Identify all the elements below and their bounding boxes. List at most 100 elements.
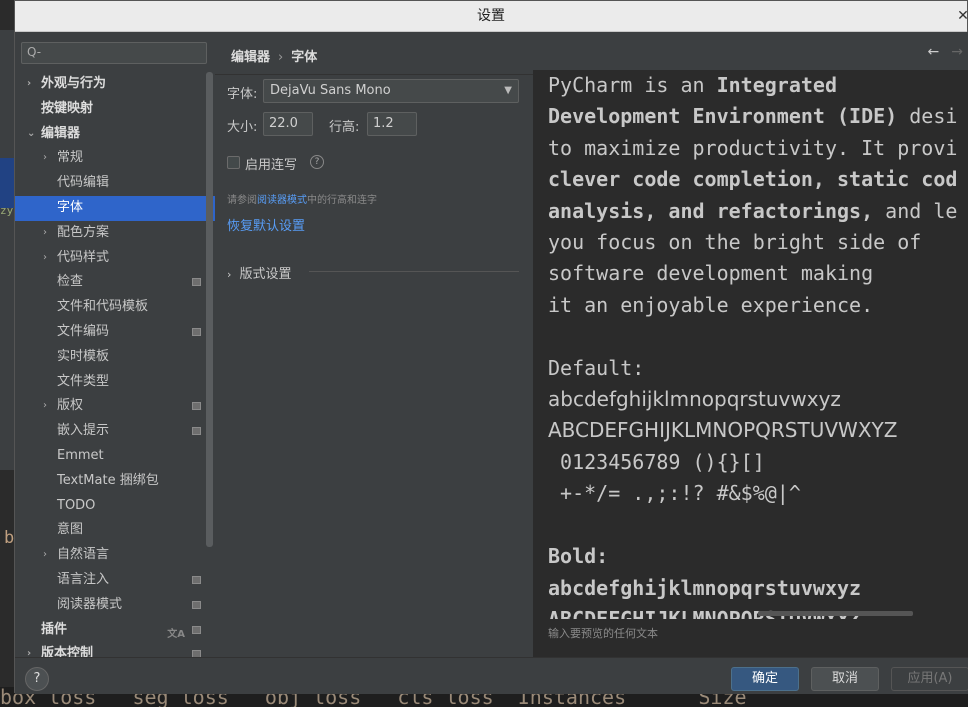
- sidebar-item-label: 字体: [57, 199, 84, 215]
- line-height-input[interactable]: 1.2: [367, 112, 417, 136]
- font-select-value: DejaVu Sans Mono: [270, 83, 391, 98]
- font-preview[interactable]: PyCharm is an Integrated Development Env…: [533, 70, 968, 657]
- sidebar-scrollbar[interactable]: [206, 72, 213, 547]
- preview-text[interactable]: PyCharm is an Integrated Development Env…: [548, 70, 957, 635]
- sidebar-item-label: 常规: [57, 150, 84, 166]
- settings-dialog: 设置 ✕ Q- › 外观与行为 按键映射 ⌄ 编辑器 › 常规 代码编辑 字体 › 配色方案 › 代码样…: [14, 0, 968, 694]
- sidebar-item-label: 版权: [57, 398, 84, 414]
- project-scope-icon: [192, 625, 201, 634]
- breadcrumb-item-editor[interactable]: 编辑器: [231, 50, 270, 65]
- preview-line: software development making: [548, 261, 874, 286]
- chevron-right-icon[interactable]: ›: [43, 543, 47, 568]
- sidebar-item-label: TODO: [57, 497, 96, 513]
- ligatures-checkbox[interactable]: [227, 156, 240, 169]
- background-selection: [0, 158, 14, 208]
- sidebar-item-label: Emmet: [57, 447, 104, 463]
- sidebar-item-label: 嵌入提示: [57, 423, 110, 439]
- sidebar-item[interactable]: › 外观与行为: [15, 72, 215, 97]
- back-arrow-icon[interactable]: ←: [928, 44, 940, 60]
- sidebar-item[interactable]: 代码编辑: [15, 171, 215, 196]
- cancel-button[interactable]: 取消: [811, 667, 879, 691]
- ok-button[interactable]: 确定: [731, 667, 799, 691]
- sidebar-item[interactable]: ⌄ 编辑器: [15, 122, 215, 147]
- line-height-label: 行高:: [329, 120, 360, 135]
- sidebar-item[interactable]: › 代码样式: [15, 246, 215, 271]
- preview-placeholder: 输入要预览的任何文本: [533, 619, 953, 650]
- preview-lowercase: abcdefghijklmnopqrstuvwxyz: [548, 387, 841, 412]
- sidebar-item[interactable]: 语言注入: [15, 568, 215, 593]
- sidebar-item[interactable]: Emmet: [15, 444, 215, 469]
- sidebar-item-label: 自然语言: [57, 547, 110, 563]
- sidebar-item[interactable]: 意图: [15, 518, 215, 543]
- search-input[interactable]: Q-: [21, 42, 207, 64]
- sidebar-item[interactable]: TextMate 捆绑包: [15, 469, 215, 494]
- sidebar-item[interactable]: TODO: [15, 494, 215, 519]
- project-scope-icon: [192, 575, 201, 584]
- sidebar-item[interactable]: 文件类型: [15, 370, 215, 395]
- sidebar-item[interactable]: › 版权: [15, 394, 215, 419]
- sidebar-item-label: 阅读器模式: [57, 596, 123, 612]
- hint-suffix: 中的行高和连字: [307, 195, 377, 206]
- sidebar-item[interactable]: 阅读器模式: [15, 593, 215, 618]
- preview-line: to maximize productivity. It provi: [548, 135, 958, 160]
- sidebar-item-label: 检查: [57, 274, 84, 290]
- help-icon[interactable]: ?: [310, 155, 324, 169]
- close-icon[interactable]: ✕: [953, 6, 968, 26]
- preview-uppercase: ABCDEFGHIJKLMNOPQRSTUVWXYZ: [548, 418, 898, 443]
- chevron-right-icon[interactable]: ›: [43, 394, 47, 419]
- size-label: 大小:: [227, 120, 258, 135]
- ligatures-label[interactable]: 启用连写: [245, 154, 297, 173]
- project-scope-icon: [192, 600, 201, 609]
- sidebar-item-label: 代码编辑: [57, 175, 110, 191]
- sidebar-item-label: 意图: [57, 522, 84, 538]
- project-scope-icon: [192, 278, 201, 287]
- sidebar-item[interactable]: 按键映射: [15, 97, 215, 122]
- sidebar-item[interactable]: 检查: [15, 270, 215, 295]
- font-settings-form: 字体: DejaVu Sans Mono ▼ 大小: 22.0 行高: 1.2 …: [215, 75, 533, 657]
- sidebar-item[interactable]: › 自然语言: [15, 543, 215, 568]
- settings-tree: › 外观与行为 按键映射 ⌄ 编辑器 › 常规 代码编辑 字体 › 配色方案 › 代码样式 检查 文件和代码…: [15, 72, 215, 667]
- sidebar-item[interactable]: 字体: [15, 195, 215, 221]
- project-scope-icon: [192, 327, 201, 336]
- font-label: 字体:: [227, 87, 258, 102]
- apply-button[interactable]: 应用(A): [891, 667, 968, 691]
- preview-digits: 0123456789 (){}[]: [548, 449, 765, 474]
- sidebar-item-label: 文件和代码模板: [57, 299, 149, 315]
- navigation-arrows: ← →: [916, 44, 963, 60]
- sidebar-item[interactable]: 嵌入提示: [15, 419, 215, 444]
- chevron-down-icon[interactable]: ⌄: [27, 122, 35, 147]
- preview-horizontal-scrollbar[interactable]: [758, 611, 913, 616]
- preview-line: and le: [873, 198, 958, 223]
- background-fragment-b: b: [4, 528, 15, 548]
- breadcrumb: 编辑器 › 字体: [231, 46, 317, 65]
- settings-main: 编辑器 › 字体 ← → 字体: DejaVu Sans Mono ▼ 大小: 22.…: [215, 32, 968, 657]
- breadcrumb-item-font: 字体: [291, 50, 318, 65]
- chevron-right-icon[interactable]: ›: [43, 221, 47, 246]
- sidebar-item[interactable]: 实时模板: [15, 345, 215, 370]
- preview-line-bold: analysis, and refactorings,: [548, 198, 874, 223]
- sidebar-item-label: 语言注入: [57, 571, 110, 587]
- sidebar-item-label: 按键映射: [41, 100, 94, 116]
- sidebar-item[interactable]: 文件和代码模板: [15, 295, 215, 320]
- sidebar-item[interactable]: › 配色方案: [15, 221, 215, 246]
- sidebar-item[interactable]: › 常规: [15, 146, 215, 171]
- help-button[interactable]: ?: [25, 667, 49, 691]
- font-select[interactable]: DejaVu Sans Mono ▼: [263, 79, 519, 103]
- restore-defaults-link[interactable]: 恢复默认设置: [227, 215, 305, 234]
- sidebar-item[interactable]: 插件 文A: [15, 618, 215, 643]
- sidebar-item-label: 实时模板: [57, 348, 110, 364]
- size-input[interactable]: 22.0: [263, 112, 313, 136]
- preview-line: PyCharm is an: [548, 73, 717, 97]
- chevron-right-icon[interactable]: ›: [43, 246, 47, 271]
- sidebar-item[interactable]: 文件编码: [15, 320, 215, 345]
- sidebar-item-label: 插件: [41, 621, 68, 637]
- forward-arrow-icon[interactable]: →: [951, 44, 963, 60]
- preview-line: it an enjoyable experience.: [548, 292, 874, 317]
- chevron-right-icon[interactable]: ›: [43, 146, 47, 171]
- typography-section[interactable]: › 版式设置: [227, 263, 519, 282]
- dialog-titlebar: 设置 ✕: [15, 1, 968, 32]
- reader-mode-link[interactable]: 阅读器模式: [257, 195, 307, 206]
- preview-symbols: +-*/= .,;:!? #&$%@|^: [548, 481, 801, 506]
- sidebar-item-label: 文件类型: [57, 373, 110, 389]
- chevron-right-icon[interactable]: ›: [27, 72, 31, 97]
